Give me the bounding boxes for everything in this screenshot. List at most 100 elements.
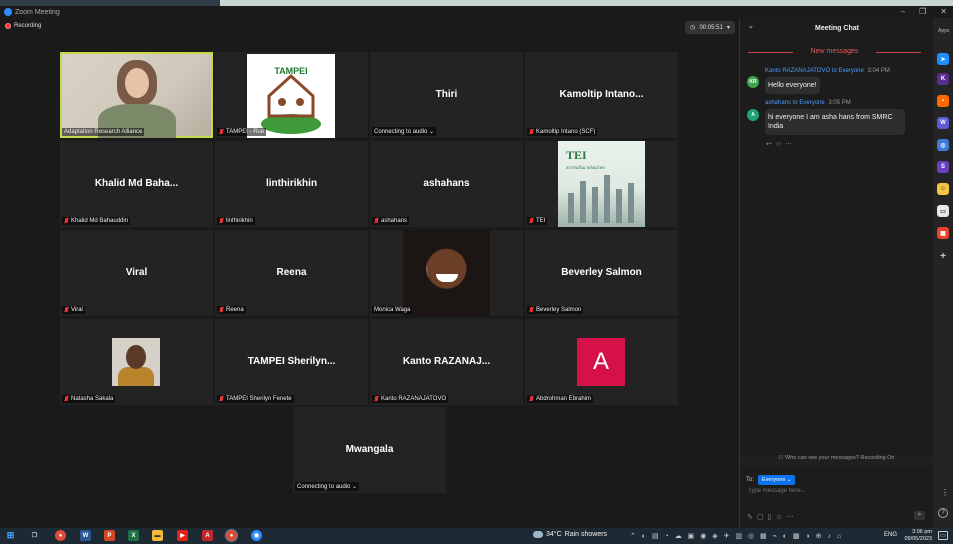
system-tray[interactable]: ⌃ ◐ ▤ ◔ ☁ ▣ ◉ ◈ ✈ ▥ ◎ ▦ ⌁ ◐ ▩ ◑ ⊕ ♪ ⌂ xyxy=(630,532,843,540)
mic-muted-icon xyxy=(219,218,224,224)
help-icon[interactable]: ? xyxy=(938,508,948,518)
participant-display-name: Kanto RAZANAJ... xyxy=(402,356,491,367)
mic-muted-icon xyxy=(219,396,224,402)
participant-display-name: Reena xyxy=(276,267,307,278)
rain-cloud-icon xyxy=(533,531,543,538)
participant-face xyxy=(126,345,146,369)
taskbar-clock[interactable]: 3:06 pm 09/05/2023 xyxy=(898,529,932,543)
app-swirl-icon[interactable]: ◎ xyxy=(937,139,949,151)
participant-tile[interactable]: Kamoltip Intano... Kamoltip Intano (SCF) xyxy=(525,52,678,138)
privacy-note[interactable]: ⚇ Who can see your messages? Recording O… xyxy=(740,455,933,466)
participant-avatar-letter: A xyxy=(577,338,625,386)
message-bubble[interactable]: Hello everyone! xyxy=(765,77,820,94)
excel-icon[interactable]: X xyxy=(128,530,139,541)
apps-label: Apps xyxy=(938,28,950,34)
acrobat-icon[interactable]: A xyxy=(202,530,213,541)
mic-muted-icon xyxy=(529,218,534,224)
app-arrow-icon[interactable]: ➤ xyxy=(937,53,949,65)
participant-display-name: Kamoltip Intano... xyxy=(559,89,644,100)
mic-muted-icon xyxy=(529,396,534,402)
participant-tile[interactable]: Khalid Md Baha... Khalid Md Bahauddin xyxy=(60,141,213,227)
chat-message-input[interactable] xyxy=(748,488,918,494)
app-grid-icon[interactable]: ▦ xyxy=(937,227,949,239)
window-titlebar: Zoom Meeting – ❐ ✕ xyxy=(0,6,953,18)
add-app-icon[interactable]: + xyxy=(937,250,949,262)
app-kahoot-icon[interactable]: K xyxy=(937,73,949,85)
close-button[interactable]: ✕ xyxy=(940,7,947,16)
app-w-icon[interactable]: W xyxy=(937,117,949,129)
app-orange-icon[interactable]: ▪ xyxy=(937,95,949,107)
participant-tile[interactable]: Kanto RAZANAJ... Kanto RAZANAJATOVO xyxy=(370,319,523,405)
participant-tile[interactable]: TAMPEI TAMPEI - Rue xyxy=(215,52,368,138)
message-bubble[interactable]: hi everyone I am asha hans from SMRC Ind… xyxy=(765,109,905,135)
chevron-down-icon[interactable]: ⌄ xyxy=(748,22,754,30)
clock-date: 09/05/2023 xyxy=(904,536,932,542)
chrome-active-icon[interactable]: ● xyxy=(225,529,238,542)
window-title: Zoom Meeting xyxy=(15,8,60,16)
windows-start-icon[interactable]: ⊞ xyxy=(5,530,16,541)
chrome-icon[interactable]: ● xyxy=(55,530,66,541)
participant-tile[interactable]: Natasha Sakala xyxy=(60,319,213,405)
tei-building xyxy=(592,187,598,223)
zoom-icon[interactable]: ◉ xyxy=(251,530,262,541)
participant-name-label: Monica Waga xyxy=(372,306,413,314)
powerpoint-icon[interactable]: P xyxy=(104,530,115,541)
more-vertical-icon[interactable]: ⋮ xyxy=(941,488,949,497)
tampei-house xyxy=(267,73,315,118)
app-white-icon[interactable]: ▭ xyxy=(937,205,949,217)
tampei-figure xyxy=(278,98,286,106)
tei-building xyxy=(568,193,574,223)
screenshot-icon[interactable]: ▢ xyxy=(757,514,768,521)
emoji-reaction-icon[interactable]: ☺ xyxy=(775,141,785,148)
participant-tile[interactable]: TEI สถาบันสิ่งแวดล้อมไทย TEI xyxy=(525,141,678,227)
participant-tile[interactable]: Monica Waga xyxy=(370,230,523,316)
participant-tile[interactable]: Viral Viral xyxy=(60,230,213,316)
app-smiley-icon[interactable]: ☺ xyxy=(937,183,949,195)
file-explorer-icon[interactable]: ▬ xyxy=(152,530,163,541)
format-icon[interactable]: ✎ xyxy=(747,514,757,521)
new-messages-divider: New messages xyxy=(748,48,921,55)
weather-widget[interactable]: 34°C Rain showers xyxy=(533,531,607,538)
participant-tile[interactable]: ashahans ashahans xyxy=(370,141,523,227)
participant-display-name: Thiri xyxy=(435,89,458,100)
participant-face xyxy=(125,68,149,98)
emoji-icon[interactable]: ☺ xyxy=(775,514,786,521)
tampei-figure xyxy=(296,98,304,106)
more-icon[interactable]: ⋯ xyxy=(785,141,795,148)
zoom-app-icon xyxy=(4,8,12,16)
participant-tile[interactable]: linthirikhin linthirikhin xyxy=(215,141,368,227)
youtube-icon[interactable]: ▶ xyxy=(177,530,188,541)
recording-indicator[interactable]: Recording xyxy=(5,23,41,29)
participant-body xyxy=(118,367,154,386)
participant-tile[interactable]: Thiri Connecting to audio ⌄ xyxy=(370,52,523,138)
apps-panel: Apps ➤ K ▪ W ◎ S ☺ ▭ ▦ + ⋮ ? xyxy=(933,18,953,528)
meeting-timer[interactable]: ◷ 00:05:51 ▾ xyxy=(685,21,735,34)
participant-tile[interactable]: A Abdrohman Ebrahim xyxy=(525,319,678,405)
participant-tile[interactable]: Adaptation Research Alliance xyxy=(60,52,213,138)
weather-text: Rain showers xyxy=(564,531,608,538)
participant-tile[interactable]: Reena Reena xyxy=(215,230,368,316)
language-indicator[interactable]: ENG xyxy=(884,532,897,538)
minimize-button[interactable]: – xyxy=(901,7,905,16)
message-recipient: to Everyone xyxy=(792,100,825,106)
participant-name-label: Abdrohman Ebrahim xyxy=(527,395,594,403)
more-icon[interactable]: ⋯ xyxy=(787,514,798,521)
send-button[interactable]: ➤ xyxy=(914,511,925,520)
maximize-button[interactable]: ❐ xyxy=(919,7,926,16)
word-icon[interactable]: W xyxy=(80,530,91,541)
windows-taskbar: ⊞ ❐ ● W P X ▬ ▶ A ● ◉ 34°C Rain showers … xyxy=(0,528,953,544)
recipient-dropdown[interactable]: Everyone ⌄ xyxy=(758,475,796,485)
participant-name-label: TAMPEI Sherilyn Fenete xyxy=(217,395,294,403)
app-scribe-icon[interactable]: S xyxy=(937,161,949,173)
clock-icon: ◷ xyxy=(690,25,696,31)
task-view-icon[interactable]: ❐ xyxy=(29,530,40,541)
participant-name-label: TAMPEI - Rue xyxy=(217,128,267,136)
participant-name-label: Reena xyxy=(217,306,246,314)
avatar: A xyxy=(747,109,759,121)
notification-icon[interactable]: ▭ xyxy=(938,531,948,540)
participant-tile[interactable]: Beverley Salmon Beverley Salmon xyxy=(525,230,678,316)
participant-tile[interactable]: Mwangala Connecting to audio ⌄ xyxy=(293,407,446,493)
reply-icon[interactable]: ↩ xyxy=(766,141,775,148)
participant-tile[interactable]: TAMPEI Sherilyn... TAMPEI Sherilyn Fenet… xyxy=(215,319,368,405)
weather-temp: 34°C xyxy=(546,531,562,538)
